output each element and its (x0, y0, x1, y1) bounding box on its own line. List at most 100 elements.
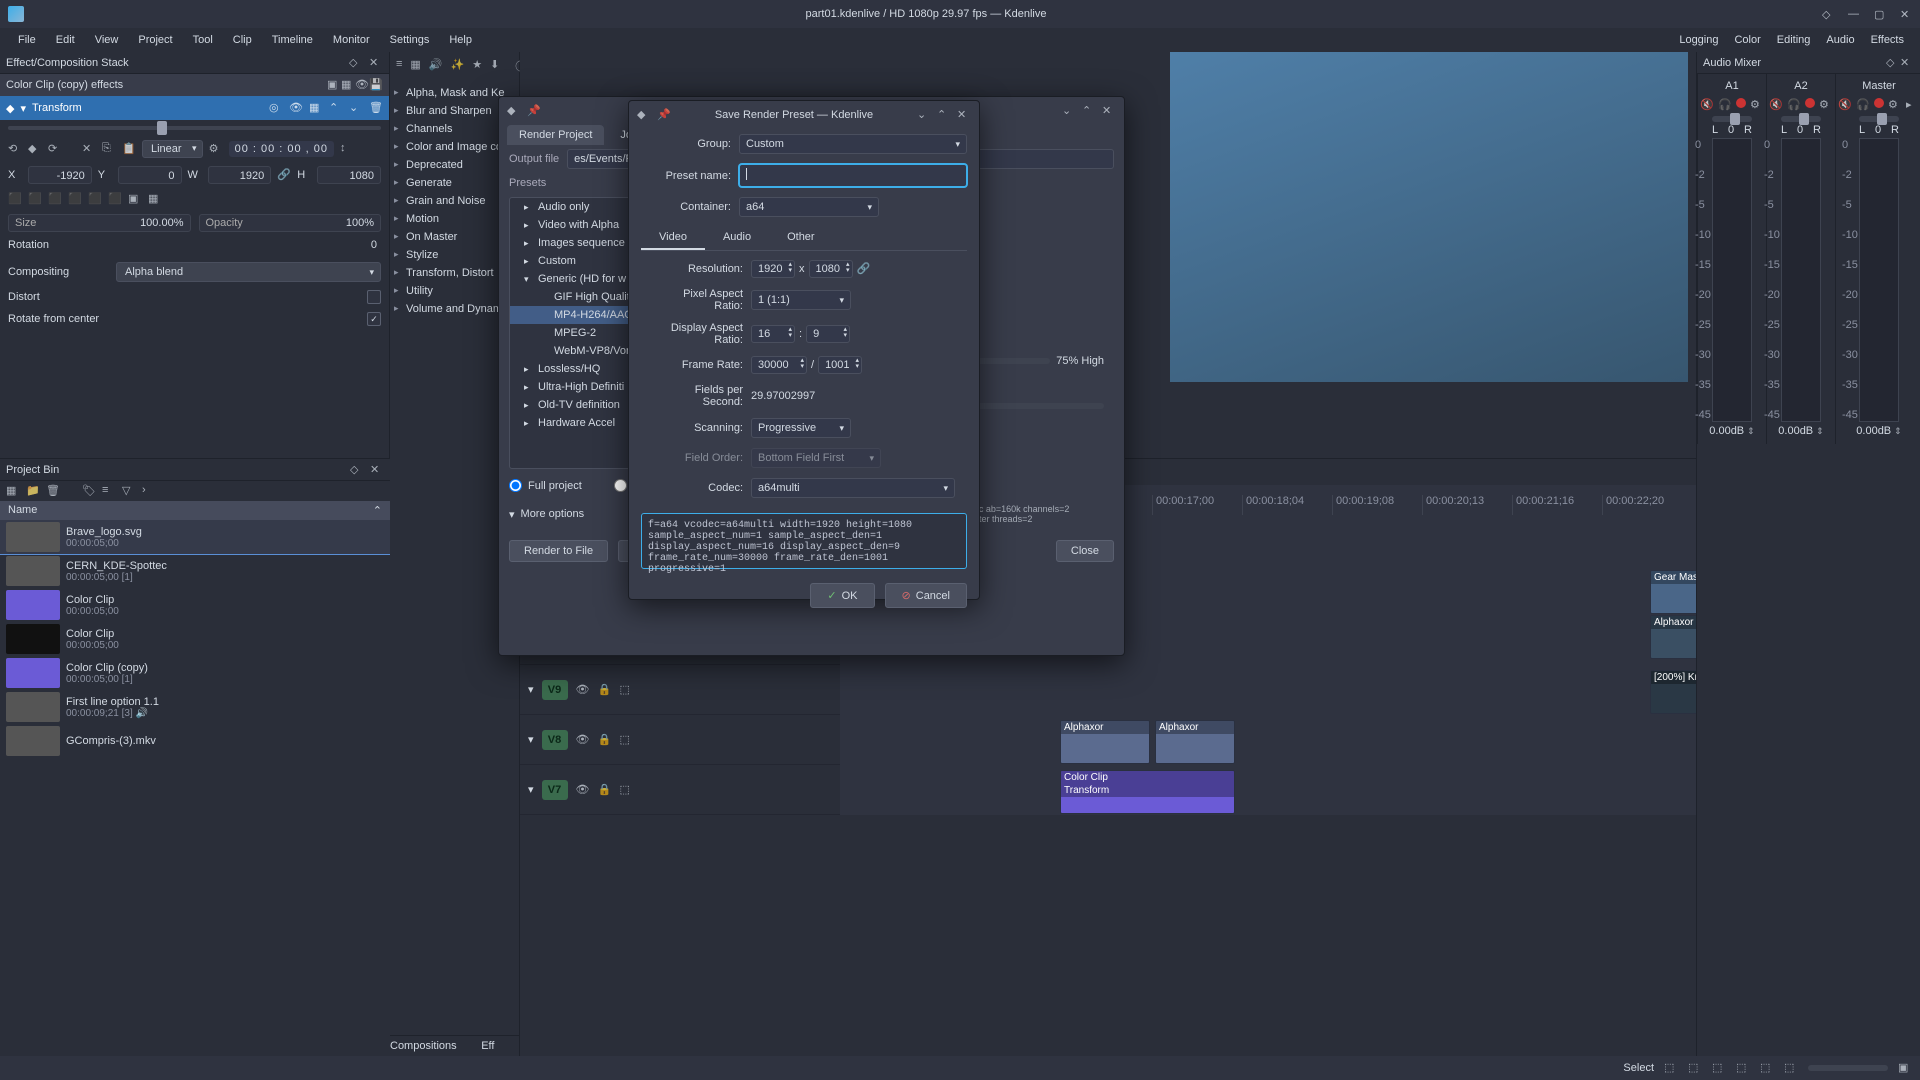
track-header[interactable]: ▾ V9 👁 🔒 ⬚ (520, 665, 840, 715)
bin-item[interactable]: First line option 1.1 00:00:09;21 [3] 🔊 (0, 690, 390, 724)
close-icon[interactable]: ✕ (369, 56, 383, 70)
scanning-select[interactable]: Progressive (751, 418, 851, 438)
distort-checkbox[interactable] (367, 290, 381, 304)
list-icon[interactable]: ≡ (102, 484, 116, 498)
interpolation-select[interactable]: Linear (142, 140, 203, 158)
menu-tool[interactable]: Tool (183, 31, 223, 49)
mute-icon[interactable]: 🔇 (1838, 98, 1852, 112)
fit-icon[interactable]: ▣ (1898, 1061, 1912, 1075)
pin-icon[interactable]: ◇ (349, 56, 363, 70)
rec-icon[interactable] (1736, 98, 1746, 108)
settings-icon[interactable]: ⚙ (1750, 98, 1764, 112)
ok-button[interactable]: ✓OK (810, 583, 874, 608)
pan-slider[interactable] (1781, 116, 1821, 122)
compositions-tab[interactable]: Compositions (390, 1036, 457, 1056)
options-icon[interactable]: ⚙ (209, 142, 223, 156)
align-mc-icon[interactable]: ⬛ (88, 192, 102, 206)
db-value[interactable]: 0.00dB (1709, 425, 1744, 437)
menu-view[interactable]: View (85, 31, 129, 49)
track-mute-icon[interactable]: 👁 (576, 733, 590, 747)
tree-icon[interactable]: ≡ (396, 58, 402, 76)
fav-icon[interactable]: ★ (472, 58, 482, 76)
track-mute-icon[interactable]: 👁 (576, 783, 590, 797)
close-icon[interactable]: ✕ (1102, 104, 1116, 118)
timeline-clip[interactable]: Color Clip Transform (1060, 770, 1235, 814)
track-target-icon[interactable]: ⬚ (620, 683, 634, 697)
codec-select[interactable]: a64multi (751, 478, 955, 498)
track-badge[interactable]: V8 (542, 730, 568, 750)
delete-clip-icon[interactable]: 🗑 (46, 484, 60, 498)
track-header[interactable]: ▾ V7 👁 🔒 ⬚ (520, 765, 840, 815)
add-clip-icon[interactable]: ▦ (6, 484, 20, 498)
effects-tab[interactable]: Eff (457, 1036, 519, 1056)
close-icon[interactable]: ✕ (957, 108, 971, 122)
tag-icon[interactable]: 🏷 (82, 484, 96, 498)
close-icon[interactable]: ✕ (1900, 56, 1914, 70)
close-icon[interactable]: ✕ (1900, 8, 1912, 20)
fr-den-input[interactable]: 1001▴▾ (818, 356, 862, 374)
opacity-field[interactable]: Opacity100% (199, 214, 382, 232)
download-icon[interactable]: ⬇ (490, 58, 499, 76)
menu-timeline[interactable]: Timeline (262, 31, 323, 49)
close-button[interactable]: Close (1056, 540, 1114, 562)
solo-icon[interactable]: 🎧 (1856, 98, 1870, 112)
layout-color[interactable]: Color (1726, 31, 1768, 49)
transform-effect-header[interactable]: ◆ ▾ Transform ◎ 👁 ▦ ⌃ ⌄ 🗑 (0, 96, 389, 120)
link-icon[interactable]: 🔗 (277, 168, 291, 182)
pin-icon[interactable]: ◇ (1886, 56, 1900, 70)
align-tr-icon[interactable]: ⬛ (48, 192, 62, 206)
fit-icon[interactable]: ▣ (128, 192, 142, 206)
res-height-input[interactable]: 1080▴▾ (809, 260, 853, 278)
dar-num-input[interactable]: 16▴▾ (751, 325, 795, 343)
expand-icon[interactable]: ▾ (528, 683, 534, 696)
y-input[interactable]: 0 (118, 166, 182, 184)
keyframe-timecode[interactable]: 00 : 00 : 00 , 00 (229, 141, 334, 157)
expand-icon[interactable]: ▾ (528, 733, 534, 746)
menu-help[interactable]: Help (439, 31, 482, 49)
tool-spacer-icon[interactable]: ⬚ (1712, 1061, 1726, 1075)
layout-audio[interactable]: Audio (1818, 31, 1862, 49)
chevron-down-icon[interactable]: ▾ (509, 508, 515, 521)
filter-icon[interactable]: ▽ (122, 484, 136, 498)
align-tc-icon[interactable]: ⬛ (28, 192, 42, 206)
tool-razor-icon[interactable]: ⬚ (1688, 1061, 1702, 1075)
dar-den-input[interactable]: 9▴▾ (806, 325, 850, 343)
bin-item[interactable]: GCompris-(3).mkv (0, 724, 390, 758)
min-icon[interactable]: ⌄ (1062, 104, 1076, 118)
menu-edit[interactable]: Edit (46, 31, 85, 49)
kf-prev-icon[interactable]: ⟲ (8, 142, 22, 156)
track-target-icon[interactable]: ⬚ (620, 733, 634, 747)
max-icon[interactable]: ⌃ (937, 108, 951, 122)
kf-copy-icon[interactable]: ⎘ (102, 142, 116, 156)
audio-icon[interactable]: 🔊 (429, 58, 443, 76)
compositing-select[interactable]: Alpha blend (116, 262, 381, 282)
x-input[interactable]: -1920 (28, 166, 92, 184)
min-icon[interactable]: ⌄ (917, 108, 931, 122)
preset-name-input[interactable] (739, 164, 967, 187)
w-input[interactable]: 1920 (208, 166, 272, 184)
track-lock-icon[interactable]: 🔒 (598, 783, 612, 797)
menu-file[interactable]: File (8, 31, 46, 49)
monitor-video[interactable] (1170, 52, 1688, 382)
step-icon[interactable]: ↕ (340, 142, 354, 156)
size-field[interactable]: Size100.00% (8, 214, 191, 232)
rec-icon[interactable] (1874, 98, 1884, 108)
add-folder-icon[interactable]: 📁 (26, 484, 40, 498)
track-lock-icon[interactable]: 🔒 (598, 733, 612, 747)
kf-del-icon[interactable]: ✕ (82, 142, 96, 156)
video-icon[interactable]: ▦ (410, 58, 420, 76)
eye-icon[interactable]: 👁 (289, 101, 303, 115)
layout-editing[interactable]: Editing (1769, 31, 1819, 49)
pin-icon[interactable]: 📌 (527, 104, 541, 118)
menu-project[interactable]: Project (128, 31, 182, 49)
tool-pointer-icon[interactable]: ⬚ (1664, 1061, 1678, 1075)
audio-tab[interactable]: Audio (705, 226, 769, 250)
settings-icon[interactable]: ⚙ (1888, 98, 1902, 112)
track-badge[interactable]: V9 (542, 680, 568, 700)
solo-icon[interactable]: 🎧 (1718, 98, 1732, 112)
menu-monitor[interactable]: Monitor (323, 31, 380, 49)
menu-clip[interactable]: Clip (223, 31, 262, 49)
delete-icon[interactable]: 🗑 (369, 101, 383, 115)
kf-next-icon[interactable]: ⟳ (48, 142, 62, 156)
more-icon[interactable]: › (142, 484, 156, 498)
